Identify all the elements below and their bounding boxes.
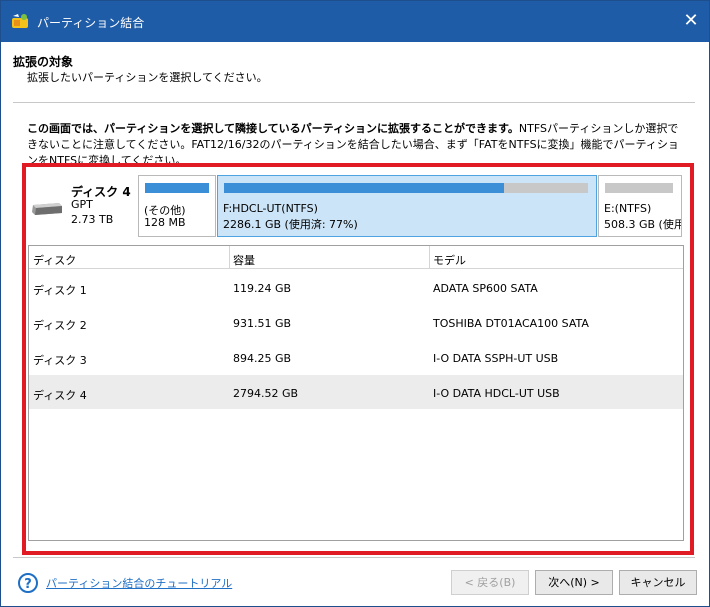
close-icon[interactable]: ✕ bbox=[681, 11, 701, 31]
tutorial-link[interactable]: パーティション結合のチュートリアル bbox=[46, 575, 232, 591]
cell-capacity: 894.25 GB bbox=[233, 352, 292, 365]
usage-fill bbox=[224, 183, 505, 193]
table-row[interactable]: ディスク 3 894.25 GB I-O DATA SSPH-UT USB bbox=[29, 340, 683, 374]
section-title: 拡張の対象 bbox=[13, 55, 74, 69]
usage-bar bbox=[605, 183, 673, 193]
disk-info[interactable]: ディスク 4 GPT 2.73 TB bbox=[29, 176, 135, 234]
column-header-model[interactable]: モデル bbox=[433, 252, 466, 268]
partition-e[interactable]: E:(NTFS) 508.3 GB (使用 bbox=[598, 175, 682, 237]
cell-disk: ディスク 3 bbox=[33, 354, 87, 367]
description-text: この画面では、パーティションを選択して隣接しているパーティションに拡張することが… bbox=[27, 121, 687, 169]
partition-label: F:HDCL-UT(NTFS) bbox=[223, 202, 318, 215]
cell-model: I-O DATA SSPH-UT USB bbox=[433, 352, 559, 365]
column-header-disk[interactable]: ディスク bbox=[33, 252, 76, 268]
merge-partition-dialog: パーティション結合 ✕ 拡張の対象 拡張したいパーティションを選択してください。… bbox=[0, 0, 710, 607]
partition-label: E:(NTFS) bbox=[604, 202, 652, 215]
partition-detail: 2286.1 GB (使用済: 77%) bbox=[223, 218, 358, 231]
back-button[interactable]: < 戻る(B) bbox=[451, 570, 529, 595]
usage-bar bbox=[145, 183, 209, 193]
table-row-selected[interactable]: ディスク 4 2794.52 GB I-O DATA HDCL-UT USB bbox=[29, 375, 683, 409]
disk-size: 2.73 TB bbox=[71, 213, 114, 226]
partition-f-hdcl-ut[interactable]: F:HDCL-UT(NTFS) 2286.1 GB (使用済: 77%) bbox=[217, 175, 597, 237]
header-divider bbox=[13, 102, 695, 103]
column-header-capacity[interactable]: 容量 bbox=[233, 252, 255, 268]
cell-capacity: 2794.52 GB bbox=[233, 387, 299, 400]
hard-disk-icon bbox=[32, 203, 62, 215]
table-row[interactable]: ディスク 2 931.51 GB TOSHIBA DT01ACA100 SATA bbox=[29, 305, 683, 339]
cell-disk: ディスク 4 bbox=[33, 389, 87, 402]
cell-capacity: 119.24 GB bbox=[233, 282, 292, 295]
cell-model: TOSHIBA DT01ACA100 SATA bbox=[433, 317, 589, 330]
table-row[interactable]: ディスク 1 119.24 GB ADATA SP600 SATA bbox=[29, 270, 683, 304]
column-divider[interactable] bbox=[229, 246, 230, 268]
cell-capacity: 931.51 GB bbox=[233, 317, 292, 330]
svg-text:?: ? bbox=[24, 577, 32, 592]
table-header: ディスク 容量 モデル bbox=[29, 246, 683, 269]
description-bold: この画面では、パーティションを選択して隣接しているパーティションに拡張することが… bbox=[27, 122, 519, 135]
partition-other[interactable]: (その他) 128 MB bbox=[138, 175, 216, 237]
window-title: パーティション結合 bbox=[37, 16, 145, 30]
disk-table: ディスク 容量 モデル ディスク 1 119.24 GB ADATA SP600… bbox=[28, 245, 684, 541]
title-bar: パーティション結合 ✕ bbox=[1, 1, 709, 42]
partition-detail: 508.3 GB (使用 bbox=[604, 218, 682, 231]
column-divider[interactable] bbox=[429, 246, 430, 268]
cell-disk: ディスク 2 bbox=[33, 319, 87, 332]
usage-bar bbox=[224, 183, 588, 193]
cell-disk: ディスク 1 bbox=[33, 284, 87, 297]
cancel-button[interactable]: キャンセル bbox=[619, 570, 697, 595]
disk-type: GPT bbox=[71, 198, 93, 211]
usage-fill bbox=[145, 183, 209, 193]
cell-model: ADATA SP600 SATA bbox=[433, 282, 538, 295]
footer-divider bbox=[13, 557, 695, 558]
partition-detail: 128 MB bbox=[144, 216, 186, 229]
next-button[interactable]: 次へ(N) > bbox=[535, 570, 613, 595]
help-icon[interactable]: ? bbox=[18, 573, 38, 593]
cell-model: I-O DATA HDCL-UT USB bbox=[433, 387, 560, 400]
section-subtitle: 拡張したいパーティションを選択してください。 bbox=[27, 71, 268, 84]
app-icon bbox=[12, 14, 28, 28]
